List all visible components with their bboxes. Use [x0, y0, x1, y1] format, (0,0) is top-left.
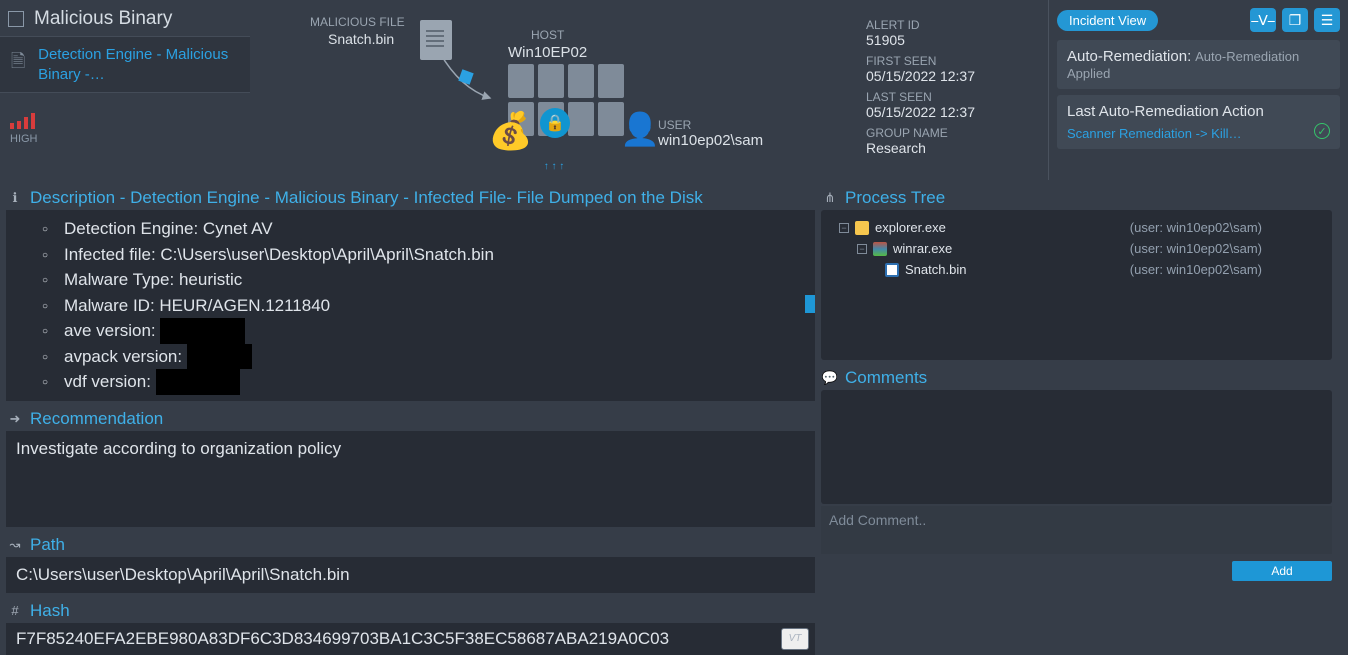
- tree-icon: ⋔: [821, 189, 839, 207]
- desc-item: Malware ID: HEUR/AGEN.1211840: [64, 293, 805, 319]
- auto-remediation-panel: Auto-Remediation: Auto-Remediation Appli…: [1057, 40, 1340, 89]
- detection-link-text: Detection Engine - Malicious Binary -…: [38, 45, 240, 84]
- lock-icon: 🔒: [540, 108, 570, 138]
- process-tree-row[interactable]: Snatch.bin (user: win10ep02\sam): [831, 260, 1322, 281]
- copy-icon-button[interactable]: ❐: [1282, 8, 1308, 32]
- desc-item: ave version: 8.3.64.148: [64, 318, 805, 344]
- process-tree-row[interactable]: − explorer.exe (user: win10ep02\sam): [831, 218, 1322, 239]
- process-user: (user: win10ep02\sam): [1130, 218, 1322, 239]
- description-list: Detection Engine: Cynet AV Infected file…: [16, 216, 805, 395]
- user-label: USER: [658, 118, 763, 132]
- process-name: explorer.exe: [875, 218, 946, 239]
- last-remediation-link[interactable]: Scanner Remediation -> Kill…: [1067, 126, 1242, 141]
- activity-icon-button[interactable]: ⎯ᐯ⎯: [1250, 8, 1276, 32]
- process-name: winrar.exe: [893, 239, 952, 260]
- alert-title: Malicious Binary: [34, 8, 172, 30]
- malicious-file-name: Snatch.bin: [328, 31, 405, 47]
- desc-item: avpack version: 8.5.2.40: [64, 344, 805, 370]
- severity-bars-icon: [10, 111, 250, 129]
- comment-icon: 💬: [821, 369, 839, 387]
- hash-value: F7F85240EFA2EBE980A83DF6C3D834699703BA1C…: [16, 627, 669, 651]
- list-icon-button[interactable]: ☰: [1314, 8, 1340, 32]
- group-name-label: GROUP NAME: [866, 126, 1040, 140]
- moneybag-icon: 💰: [488, 110, 533, 152]
- comments-title: Comments: [845, 368, 927, 388]
- alert-id-label: ALERT ID: [866, 18, 1040, 32]
- hash-icon: #: [6, 602, 24, 620]
- desc-item: Detection Engine: Cynet AV: [64, 216, 805, 242]
- arrow-right-icon: ➜: [6, 410, 24, 428]
- process-user: (user: win10ep02\sam): [1130, 260, 1322, 281]
- expand-arrows-icon[interactable]: ↑ ↑ ↑: [544, 161, 565, 172]
- collapse-icon[interactable]: −: [857, 244, 867, 254]
- hash-title: Hash: [30, 601, 70, 621]
- recommendation-text: Investigate according to organization po…: [16, 437, 805, 461]
- severity-label: HIGH: [10, 133, 250, 145]
- process-user: (user: win10ep02\sam): [1130, 239, 1322, 260]
- file-icon: 🗎: [8, 49, 28, 79]
- process-tree-row[interactable]: − winrar.exe (user: win10ep02\sam): [831, 239, 1322, 260]
- group-name-value: Research: [866, 140, 1040, 156]
- add-comment-button[interactable]: Add: [1232, 561, 1332, 581]
- path-value: C:\Users\user\Desktop\April\April\Snatch…: [16, 563, 805, 587]
- check-circle-icon: ✓: [1314, 123, 1330, 139]
- user-name: win10ep02\sam: [658, 132, 763, 149]
- user-silhouette-icon: 👤: [620, 110, 660, 148]
- winrar-icon: [873, 242, 887, 256]
- path-title: Path: [30, 535, 65, 555]
- graph-arrow-icon: [430, 48, 510, 108]
- comments-list: [821, 390, 1332, 504]
- malicious-file-label: MALICIOUS FILE: [310, 15, 405, 29]
- desc-item: Infected file: C:\Users\user\Desktop\Apr…: [64, 242, 805, 268]
- collapse-icon[interactable]: −: [839, 223, 849, 233]
- host-name: Win10EP02: [508, 44, 587, 61]
- auto-remediation-label: Auto-Remediation:: [1067, 48, 1191, 65]
- desc-item: vdf version: 8.19.15.34: [64, 369, 805, 395]
- select-alert-checkbox[interactable]: [8, 11, 24, 27]
- last-seen-label: LAST SEEN: [866, 90, 1040, 104]
- process-name: Snatch.bin: [905, 260, 966, 281]
- first-seen-label: FIRST SEEN: [866, 54, 1040, 68]
- detection-link-row[interactable]: 🗎 Detection Engine - Malicious Binary -…: [0, 36, 250, 93]
- last-remediation-label: Last Auto-Remediation Action: [1067, 103, 1330, 120]
- explorer-icon: [855, 221, 869, 235]
- virustotal-button[interactable]: VT: [781, 628, 809, 650]
- binary-file-icon: [885, 263, 899, 277]
- path-icon: ↝: [6, 536, 24, 554]
- process-tree-title: Process Tree: [845, 188, 945, 208]
- description-title: Description - Detection Engine - Malicio…: [30, 188, 703, 208]
- host-label: HOST: [508, 28, 587, 42]
- first-seen-value: 05/15/2022 12:37: [866, 68, 1040, 84]
- info-icon: ℹ: [6, 189, 24, 207]
- incident-view-button[interactable]: Incident View: [1057, 10, 1158, 31]
- blue-handle-icon[interactable]: [805, 295, 815, 313]
- process-tree: − explorer.exe (user: win10ep02\sam) − w…: [821, 210, 1332, 360]
- desc-item: Malware Type: heuristic: [64, 267, 805, 293]
- last-remediation-panel: Last Auto-Remediation Action Scanner Rem…: [1057, 95, 1340, 149]
- severity-indicator: HIGH: [0, 93, 250, 145]
- last-seen-value: 05/15/2022 12:37: [866, 104, 1040, 120]
- alert-id-value: 51905: [866, 32, 1040, 48]
- comment-input[interactable]: [821, 506, 1332, 554]
- alert-graph: MALICIOUS FILE Snatch.bin HOST Win10EP02…: [250, 0, 858, 180]
- recommendation-title: Recommendation: [30, 409, 163, 429]
